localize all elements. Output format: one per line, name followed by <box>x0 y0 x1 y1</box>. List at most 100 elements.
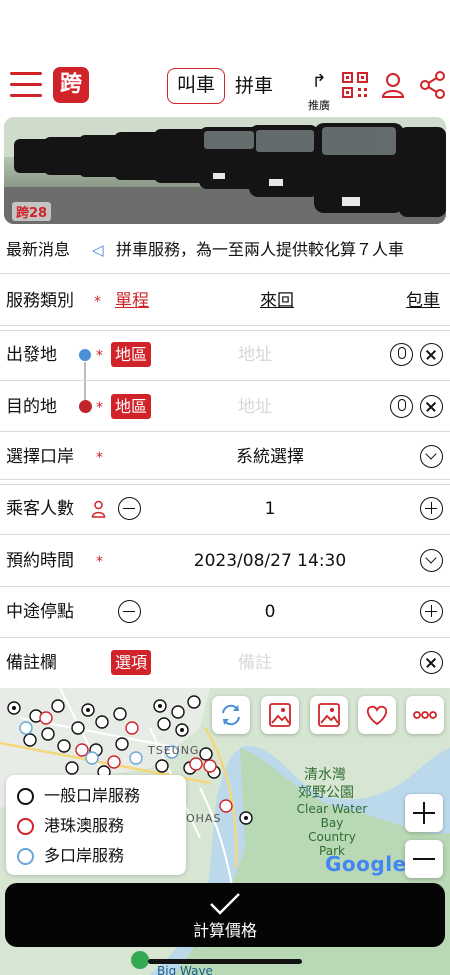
calculate-price-label: 計算價格 <box>192 921 257 940</box>
news-text: 拼車服務，為一至兩人提供較化算７人車 <box>116 240 405 259</box>
remarks-row: 備註欄 選項 備註 <box>0 637 450 689</box>
banner-logo: 跨28 <box>12 202 52 221</box>
chevron-down-icon[interactable] <box>420 445 443 468</box>
destination-dot-icon <box>79 400 92 413</box>
remarks-label: 備註欄 <box>6 653 57 673</box>
map-label-clear-water-bay-cn: 清水灣 <box>304 767 346 783</box>
map-label-ohas: OHAS <box>186 812 222 825</box>
zoom-in-button[interactable] <box>405 794 443 832</box>
required-mark: * <box>96 450 103 466</box>
share-icon[interactable] <box>418 70 448 100</box>
clear-origin-icon[interactable] <box>420 343 443 366</box>
origin-district-button[interactable]: 地區 <box>111 342 152 367</box>
origin-dot-icon <box>79 349 91 361</box>
map-legend: 一般口岸服務 港珠澳服務 多口岸服務 <box>6 775 186 875</box>
app-logo: 跨 <box>53 67 89 103</box>
chevron-down-icon[interactable] <box>420 549 443 572</box>
remarks-options-button[interactable]: 選項 <box>111 650 152 675</box>
calculate-price-button[interactable]: 計算價格 <box>5 883 445 947</box>
news-ticker[interactable]: 最新消息 ◁ 拼車服務，為一至兩人提供較化算７人車 <box>0 236 450 264</box>
legend-label: 港珠澳服務 <box>44 816 125 835</box>
service-type-label: 服務類別 <box>6 291 74 311</box>
passengers-value: 1 <box>264 499 276 519</box>
qr-code-icon[interactable] <box>340 70 370 100</box>
legend-item-general: 一般口岸服務 <box>14 781 178 811</box>
home-indicator <box>148 959 302 964</box>
legend-dot-blue <box>17 848 34 865</box>
legend-dot-black <box>17 788 34 805</box>
refresh-icon <box>222 704 240 726</box>
remarks-input[interactable]: 備註 <box>160 637 350 689</box>
news-label: 最新消息 <box>6 240 71 259</box>
passengers-row: 乘客人數 1 <box>0 483 450 535</box>
more-dots-icon <box>413 711 437 719</box>
origin-label: 出發地 <box>6 345 57 365</box>
legend-dot-red <box>17 818 34 835</box>
required-mark: * <box>96 400 103 416</box>
image-icon <box>269 703 291 727</box>
booking-time-row[interactable]: 預約時間 * 2023/08/27 14:30 <box>0 535 450 587</box>
increase-stops-button[interactable] <box>420 600 443 623</box>
port-value[interactable]: 系統選擇 <box>130 431 410 483</box>
plus-icon <box>413 802 435 824</box>
menu-icon[interactable] <box>10 72 42 98</box>
stops-label: 中途停點 <box>6 602 74 622</box>
more-options-button[interactable] <box>406 696 444 734</box>
minus-icon <box>413 858 435 860</box>
user-profile-icon[interactable] <box>378 70 408 100</box>
service-option-one-way[interactable]: 單程 <box>115 275 149 327</box>
origin-address-input[interactable]: 地址 <box>160 329 350 381</box>
service-option-round-trip[interactable]: 來回 <box>260 275 294 327</box>
microphone-icon[interactable] <box>390 343 413 366</box>
megaphone-icon: ◁ <box>92 241 104 259</box>
tab-share-ride[interactable]: 拼車 <box>235 68 273 104</box>
required-mark: * <box>94 294 101 310</box>
stops-value: 0 <box>264 602 276 622</box>
refresh-map-button[interactable] <box>212 696 250 734</box>
promo-banner-image[interactable]: 跨28 <box>4 117 446 224</box>
zoom-out-button[interactable] <box>405 840 443 878</box>
tab-call-car[interactable]: 叫車 <box>167 68 225 104</box>
heart-icon <box>366 705 388 726</box>
legend-label: 一般口岸服務 <box>44 786 141 805</box>
port-row[interactable]: 選擇口岸 * 系統選擇 <box>0 431 450 483</box>
map-layer-button-2[interactable] <box>310 696 348 734</box>
promotion-button[interactable]: ↱ 推廣 <box>303 72 335 116</box>
required-mark: * <box>96 554 103 570</box>
map-label-country-park-cn: 郊野公園 <box>298 785 354 801</box>
destination-district-button[interactable]: 地區 <box>111 394 152 419</box>
passengers-label: 乘客人數 <box>6 499 74 519</box>
clear-remarks-icon[interactable] <box>420 651 443 674</box>
origin-row: 出發地 * 地區 地址 <box>0 329 450 381</box>
image-icon <box>318 703 340 727</box>
destination-row: 目的地 * 地區 地址 <box>0 381 450 433</box>
increase-passengers-button[interactable] <box>420 497 443 520</box>
service-option-charter[interactable]: 包車 <box>406 275 440 327</box>
favorites-button[interactable] <box>358 696 396 734</box>
legend-item-hzmb: 港珠澳服務 <box>14 811 178 841</box>
destination-address-input[interactable]: 地址 <box>160 381 350 433</box>
clear-destination-icon[interactable] <box>420 395 443 418</box>
divider <box>0 273 450 274</box>
vehicle-fleet-illustration <box>4 117 446 224</box>
checkmark-icon <box>210 893 240 915</box>
service-type-row: 服務類別 * 單程 來回 包車 <box>0 275 450 327</box>
booking-time-label: 預約時間 <box>6 551 74 571</box>
map-label-tseung: TSEUNG <box>148 744 200 757</box>
booking-time-value[interactable]: 2023/08/27 14:30 <box>130 535 410 587</box>
map-label-clear-water-bay-en: Clear Water Bay Country Park <box>296 802 368 858</box>
map-label-big-wave: Big Wave <box>157 964 213 975</box>
map-view[interactable]: TSEUNG OHAS 清水灣 郊野公園 Clear Water Bay Cou… <box>0 688 450 975</box>
map-layer-button-1[interactable] <box>261 696 299 734</box>
google-logo: Google <box>325 852 407 876</box>
microphone-icon[interactable] <box>390 395 413 418</box>
person-icon <box>91 500 106 518</box>
legend-label: 多口岸服務 <box>44 846 125 865</box>
stops-row: 中途停點 0 <box>0 586 450 638</box>
destination-label: 目的地 <box>6 397 57 417</box>
required-mark: * <box>96 348 103 364</box>
promotion-label: 推廣 <box>308 99 330 112</box>
legend-item-multi-port: 多口岸服務 <box>14 841 178 871</box>
top-navigation-bar: 跨 叫車 拼車 ↱ 推廣 <box>0 62 450 116</box>
share-arrow-icon: ↱ <box>311 71 327 92</box>
